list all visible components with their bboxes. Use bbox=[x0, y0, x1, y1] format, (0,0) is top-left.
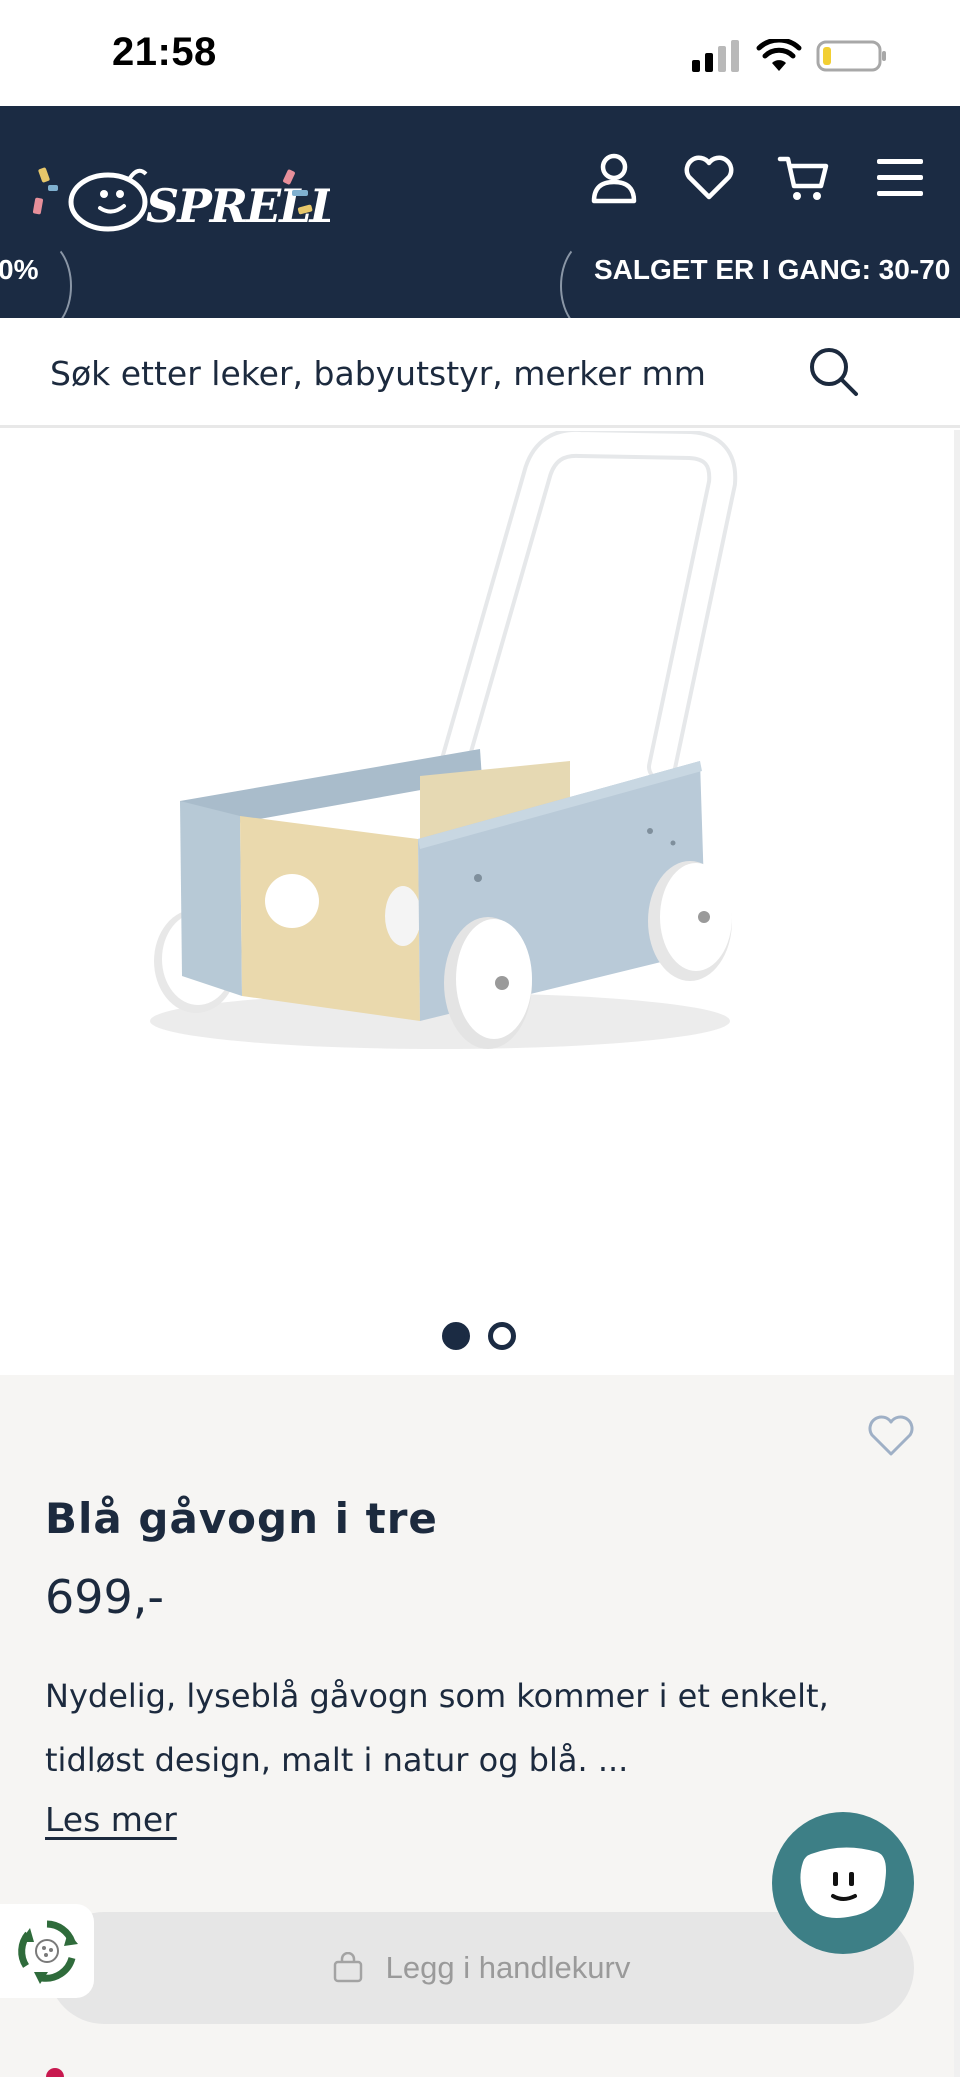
cart-button[interactable] bbox=[771, 146, 835, 210]
product-title: Blå gåvogn i tre bbox=[45, 1494, 438, 1543]
promo-ticker[interactable]: 0% SALGET ER I GANG: 30-70 bbox=[0, 232, 960, 318]
logo-text: SPRELL bbox=[146, 179, 330, 233]
user-icon bbox=[591, 153, 637, 204]
menu-button[interactable] bbox=[868, 146, 932, 210]
wishlist-button[interactable] bbox=[677, 146, 741, 210]
gallery-dot-active[interactable] bbox=[442, 1322, 470, 1350]
wifi-icon bbox=[756, 39, 802, 71]
menu-icon bbox=[877, 159, 923, 196]
add-to-cart-button[interactable]: Legg i handlekurv bbox=[48, 1912, 914, 2024]
gallery-pagination bbox=[442, 1322, 516, 1350]
eco-badge[interactable] bbox=[0, 1904, 94, 1998]
account-button[interactable] bbox=[582, 146, 646, 210]
shopping-bag-icon bbox=[333, 1952, 362, 1983]
read-more-link[interactable]: Les mer bbox=[45, 1800, 177, 1839]
search-button[interactable] bbox=[808, 346, 860, 402]
product-description: Nydelig, lyseblå gåvogn som kommer i et … bbox=[45, 1677, 829, 1779]
chat-widget-button[interactable] bbox=[772, 1812, 914, 1954]
status-time: 21:58 bbox=[112, 30, 217, 74]
status-icons bbox=[692, 38, 888, 74]
search-icon bbox=[810, 348, 858, 396]
cart-icon bbox=[777, 156, 829, 200]
search-input[interactable]: Søk etter leker, babyutstyr, merker mm bbox=[50, 354, 706, 393]
status-bar: 21:58 bbox=[0, 0, 960, 106]
product-price: 699,- bbox=[45, 1570, 165, 1624]
cellular-signal-icon bbox=[692, 40, 739, 72]
ticker-message: SALGET ER I GANG: 30-70 bbox=[594, 254, 951, 285]
recycle-icon bbox=[18, 1920, 78, 1984]
heart-outline-icon bbox=[868, 1415, 914, 1456]
ticker-divider bbox=[12, 240, 72, 318]
site-header: SPRELL 0% SALGET ER I GANG: 30-70 bbox=[0, 106, 960, 318]
heart-icon bbox=[684, 155, 734, 200]
add-to-cart-label: Legg i handlekurv bbox=[385, 1950, 631, 1985]
battery-icon bbox=[816, 40, 886, 72]
gallery-dot[interactable] bbox=[488, 1322, 516, 1350]
product-gallery[interactable] bbox=[0, 427, 960, 1375]
scrollbar-track[interactable] bbox=[954, 430, 960, 2077]
favorite-button[interactable] bbox=[866, 1414, 916, 1462]
chat-face-icon bbox=[800, 1847, 886, 1918]
product-image[interactable] bbox=[0, 427, 960, 1375]
